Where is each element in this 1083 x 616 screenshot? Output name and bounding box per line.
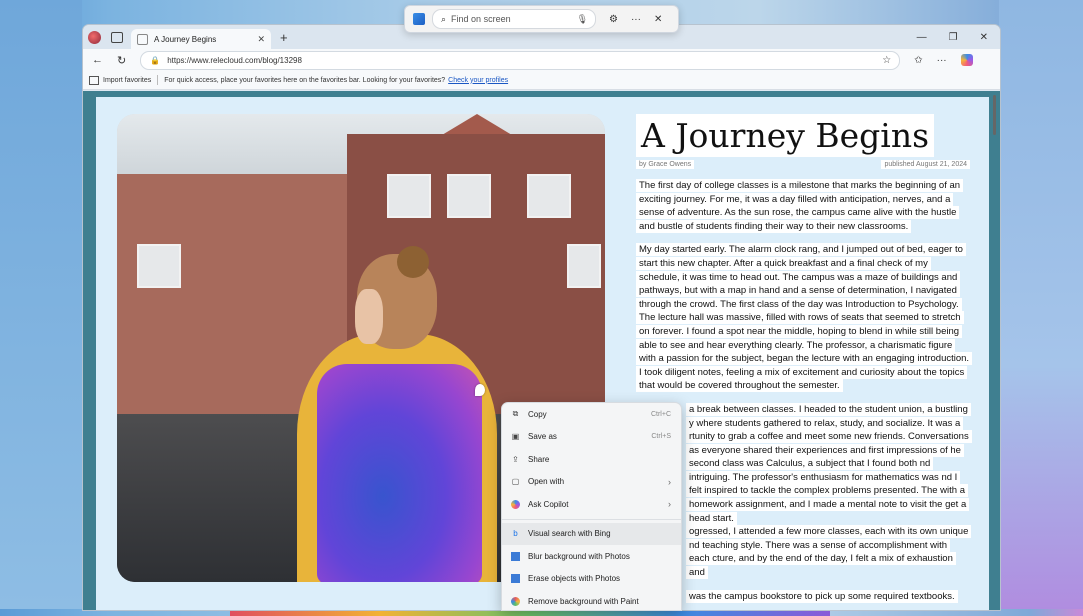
save-icon: ▣ bbox=[511, 432, 520, 442]
photo-backpack-highlight bbox=[317, 364, 482, 582]
favorites-bar: Import favorites For quick access, place… bbox=[83, 71, 1000, 90]
chevron-right-icon: › bbox=[668, 499, 671, 510]
more-icon[interactable]: ··· bbox=[937, 55, 947, 66]
paragraph-3: a break between classes. I headed to the… bbox=[686, 402, 972, 525]
desktop-background-right bbox=[999, 0, 1083, 609]
article-meta: by Grace Owens published August 21, 2024 bbox=[636, 160, 970, 169]
article-date: published August 21, 2024 bbox=[881, 160, 970, 169]
menu-item-ask-copilot[interactable]: Ask Copilot › bbox=[502, 493, 681, 516]
minimize-icon[interactable]: — bbox=[917, 32, 927, 43]
search-icon: ⌕ bbox=[441, 13, 447, 24]
menu-item-visual-search-bing[interactable]: b Visual search with Bing bbox=[502, 522, 681, 545]
menu-label: Remove background with Paint bbox=[528, 596, 639, 606]
menu-item-erase-objects[interactable]: Erase objects with Photos bbox=[502, 568, 681, 591]
menu-label: Open with bbox=[528, 477, 565, 487]
import-favorites-label: Import favorites bbox=[103, 76, 152, 84]
article: A Journey Begins by Grace Owens publishe… bbox=[636, 114, 973, 604]
divider bbox=[157, 75, 159, 85]
copilot-icon[interactable] bbox=[960, 54, 973, 66]
find-on-screen-bar: ⌕ Find on screen 🎙 ⚙ ··· ✕ bbox=[404, 5, 679, 33]
menu-label: Copy bbox=[528, 409, 547, 419]
context-menu: ⧉ Copy Ctrl+C ▣ Save as Ctrl+S ⇪ Share ▢… bbox=[501, 402, 682, 611]
menu-item-share[interactable]: ⇪ Share bbox=[502, 448, 681, 471]
back-icon[interactable]: ← bbox=[92, 54, 103, 66]
menu-label: Visual search with Bing bbox=[528, 529, 611, 539]
address-bar-row: ← ↻ 🔒 https://www.relecloud.com/blog/132… bbox=[83, 49, 1000, 71]
mouse-cursor-icon bbox=[475, 384, 485, 396]
share-icon: ⇪ bbox=[512, 454, 519, 464]
import-favorites-button[interactable]: Import favorites bbox=[89, 75, 152, 85]
microphone-icon[interactable]: 🎙 bbox=[577, 14, 588, 25]
find-placeholder: Find on screen bbox=[451, 14, 511, 24]
tab-active[interactable]: A Journey Begins ✕ bbox=[131, 29, 271, 49]
desktop-background-left bbox=[0, 0, 82, 609]
photo-window bbox=[527, 174, 571, 218]
paint-icon bbox=[511, 596, 520, 606]
photos-icon bbox=[511, 574, 520, 584]
open-with-icon: ▢ bbox=[511, 477, 520, 487]
menu-label: Blur background with Photos bbox=[528, 551, 630, 561]
tab-actions-icon[interactable] bbox=[111, 31, 123, 43]
snipping-icon bbox=[413, 13, 425, 25]
paragraph-2: My day started early. The alarm clock ra… bbox=[636, 243, 973, 393]
paragraph-4: ogressed, I attended a few more classes,… bbox=[686, 525, 972, 580]
find-on-screen-input[interactable]: ⌕ Find on screen 🎙 bbox=[432, 9, 596, 29]
import-icon bbox=[89, 75, 99, 85]
menu-label: Save as bbox=[528, 432, 557, 442]
favorites-icon[interactable]: ✩ bbox=[914, 55, 922, 66]
address-bar[interactable]: 🔒 https://www.relecloud.com/blog/13298 ☆ bbox=[140, 50, 901, 70]
paragraph-4-text: ogressed, I attended a few more classes,… bbox=[686, 525, 972, 580]
menu-item-remove-background[interactable]: Remove background with Paint bbox=[502, 590, 681, 613]
menu-item-save-as[interactable]: ▣ Save as Ctrl+S bbox=[502, 426, 681, 449]
menu-label: Ask Copilot bbox=[528, 499, 569, 509]
article-title: A Journey Begins bbox=[636, 114, 935, 157]
tab-close-icon[interactable]: ✕ bbox=[257, 34, 265, 45]
copy-icon: ⧉ bbox=[512, 409, 519, 419]
menu-item-copy[interactable]: ⧉ Copy Ctrl+C bbox=[502, 403, 681, 426]
maximize-icon[interactable]: ❐ bbox=[949, 32, 958, 43]
paragraph-5-text: was the campus bookstore to pick up some… bbox=[686, 589, 958, 603]
photo-face bbox=[355, 289, 383, 344]
lens-icon[interactable]: ⚙ bbox=[609, 14, 618, 25]
url-text: https://www.relecloud.com/blog/13298 bbox=[167, 55, 302, 65]
menu-item-blur-background[interactable]: Blur background with Photos bbox=[502, 545, 681, 568]
new-tab-icon[interactable]: + bbox=[280, 30, 288, 45]
paragraph-1: The first day of college classes is a mi… bbox=[636, 179, 970, 233]
photo-window bbox=[567, 244, 601, 288]
profile-avatar[interactable] bbox=[88, 30, 101, 44]
find-more-icon[interactable]: ··· bbox=[631, 14, 641, 25]
page-favicon-icon bbox=[137, 33, 148, 45]
photo-person bbox=[297, 246, 497, 582]
paragraph-3-text: a break between classes. I headed to the… bbox=[686, 402, 972, 525]
refresh-icon[interactable]: ↻ bbox=[117, 54, 126, 67]
tab-title: A Journey Begins bbox=[154, 34, 217, 44]
photo-hair-bun bbox=[397, 246, 429, 278]
chevron-right-icon: › bbox=[668, 476, 671, 487]
photo-window bbox=[387, 174, 431, 218]
favorite-star-icon[interactable]: ☆ bbox=[882, 55, 891, 66]
menu-shortcut: Ctrl+C bbox=[650, 410, 671, 418]
paragraph-2-text: My day started early. The alarm clock ra… bbox=[636, 243, 973, 393]
menu-divider bbox=[502, 518, 681, 520]
menu-label: Share bbox=[528, 454, 550, 464]
photos-icon bbox=[511, 551, 520, 561]
check-profiles-link[interactable]: Check your profiles bbox=[448, 77, 508, 84]
menu-shortcut: Ctrl+S bbox=[651, 433, 671, 441]
menu-item-open-with[interactable]: ▢ Open with › bbox=[502, 471, 681, 494]
photo-window bbox=[137, 244, 181, 288]
bing-icon: b bbox=[513, 529, 518, 539]
article-author: by Grace Owens bbox=[636, 160, 695, 169]
page-scrollbar[interactable] bbox=[993, 95, 996, 135]
paragraph-1-text: The first day of college classes is a mi… bbox=[636, 179, 964, 233]
paragraph-5: was the campus bookstore to pick up some… bbox=[686, 589, 970, 604]
favorites-hint: For quick access, place your favorites h… bbox=[164, 76, 446, 84]
lock-icon[interactable]: 🔒 bbox=[150, 56, 160, 65]
copilot-icon bbox=[511, 499, 520, 509]
close-window-icon[interactable]: ✕ bbox=[980, 32, 988, 43]
menu-label: Erase objects with Photos bbox=[528, 574, 621, 584]
find-close-icon[interactable]: ✕ bbox=[654, 14, 662, 25]
photo-window bbox=[447, 174, 491, 218]
